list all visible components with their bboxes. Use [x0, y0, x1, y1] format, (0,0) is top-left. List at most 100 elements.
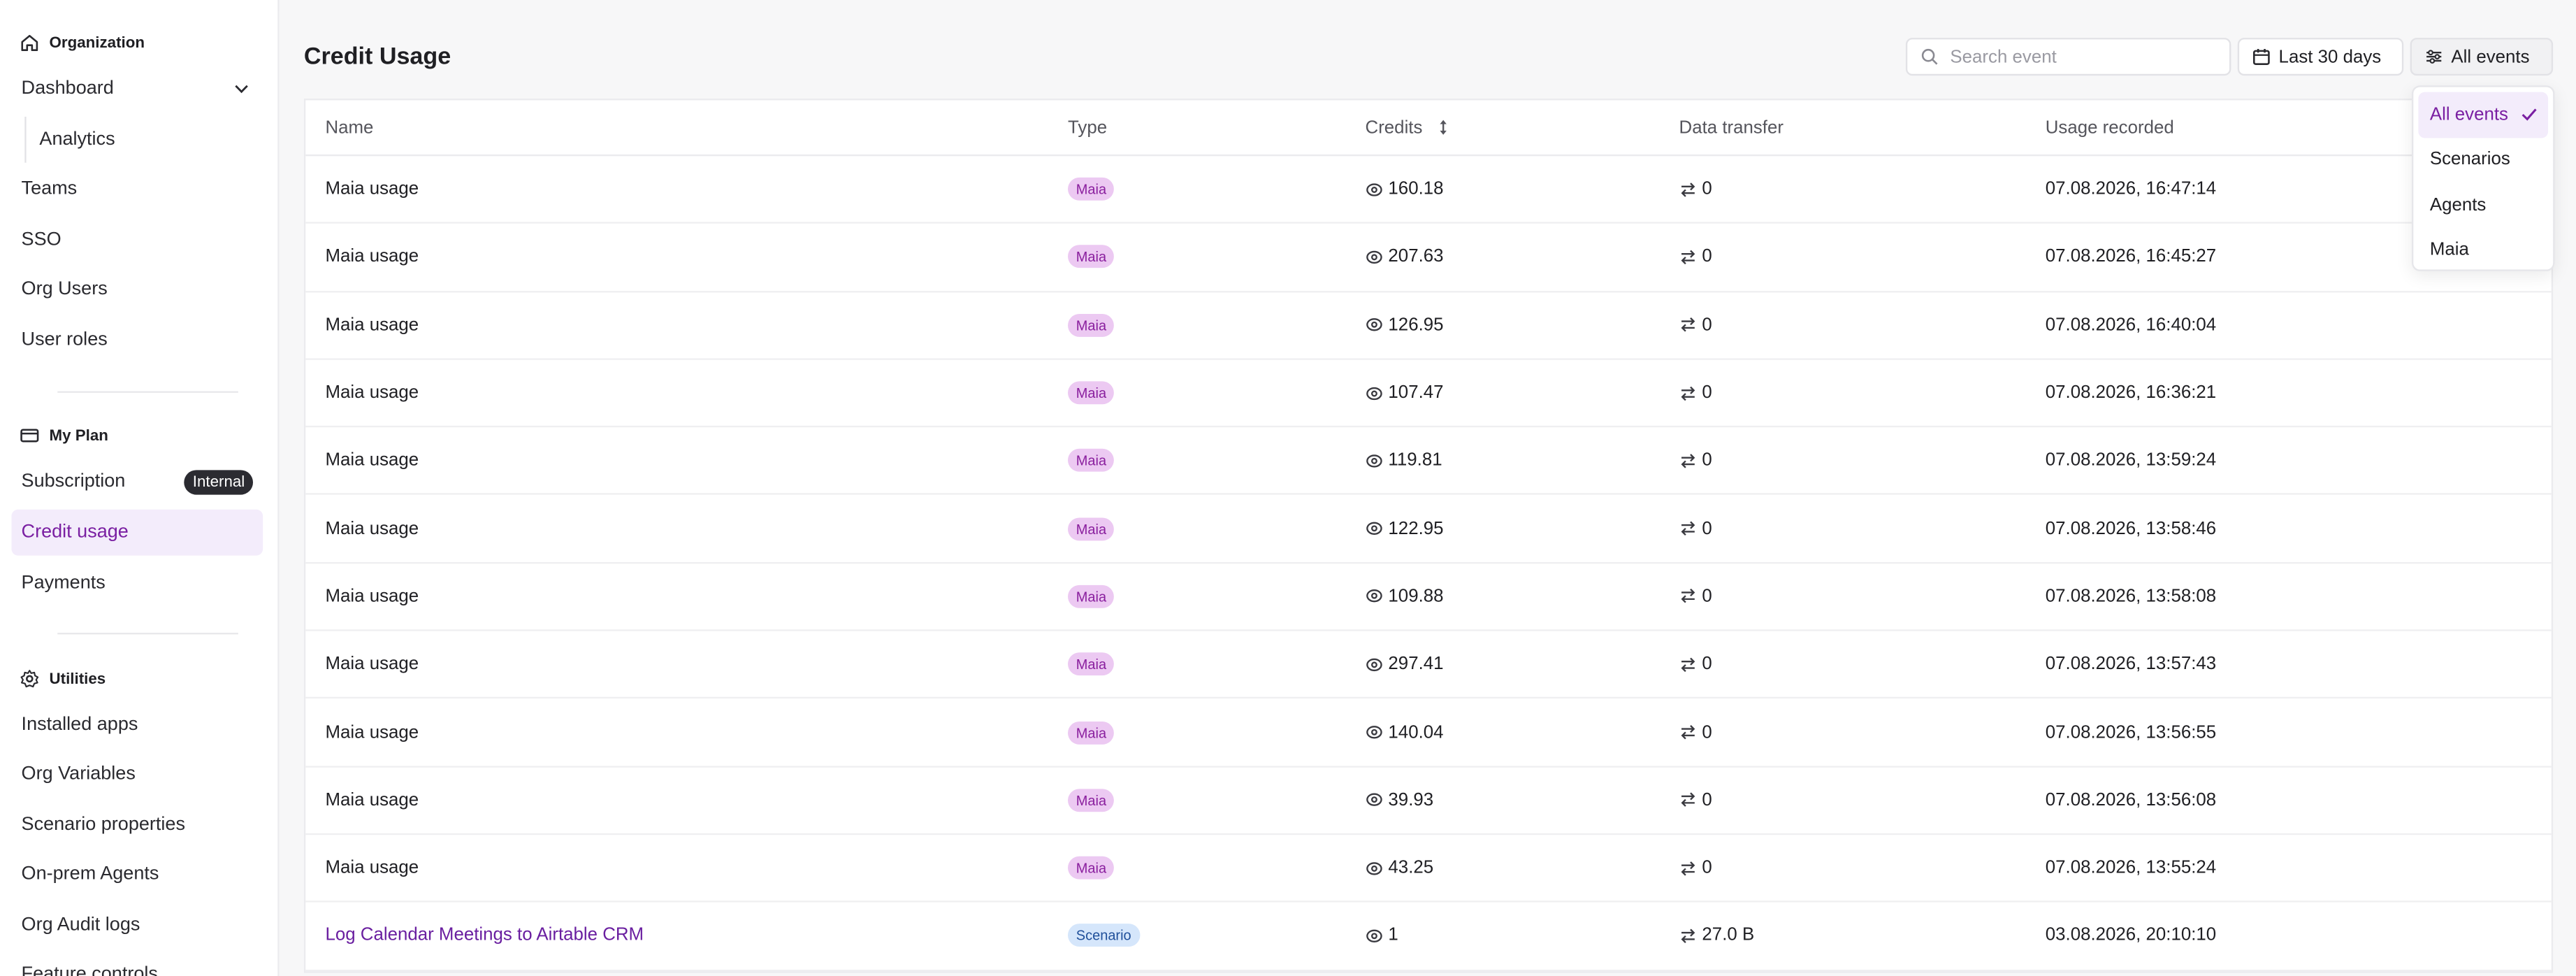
- table-row[interactable]: Maia usage Maia 107.47 0 07.08.2026, 16:36:2…: [305, 360, 2552, 428]
- table-row[interactable]: Maia usage Maia 43.25 0 07.08.2026, 13:55:24: [305, 835, 2552, 903]
- sidebar-item-payments[interactable]: Payments: [11, 561, 263, 607]
- transfer-arrows-icon: [1681, 521, 1695, 536]
- sidebar-item-org-variables[interactable]: Org Variables: [11, 751, 263, 797]
- credits-icon: [1366, 929, 1382, 942]
- row-credits: 207.63: [1366, 247, 1444, 267]
- row-credits: 119.81: [1366, 451, 1442, 471]
- transfer-arrows-icon: [1681, 657, 1695, 672]
- sidebar-item-dashboard[interactable]: Dashboard: [11, 66, 263, 112]
- credits-icon: [1366, 454, 1382, 468]
- sidebar-item-label: Org Users: [21, 279, 108, 299]
- column-header-credits-label: Credits: [1365, 117, 1423, 138]
- row-name[interactable]: Log Calendar Meetings to Airtable CRM: [325, 926, 644, 945]
- row-credits: 39.93: [1366, 790, 1433, 810]
- credits-icon: [1366, 794, 1382, 807]
- main-content: Credit Usage Last 30 days All events Nam…: [279, 11, 2576, 976]
- table-row[interactable]: Maia usage Maia 119.81 0 07.08.2026, 13:59:2…: [305, 428, 2552, 496]
- filter-option-label: All events: [2429, 104, 2508, 125]
- sidebar-item-subscription[interactable]: Subscription Internal: [11, 459, 263, 505]
- sidebar-item-feature-controls[interactable]: Feature controls: [11, 952, 263, 976]
- transfer-value: 0: [1702, 654, 1712, 675]
- credits-icon: [1366, 386, 1382, 400]
- type-tag: Maia: [1068, 313, 1115, 337]
- sort-icon[interactable]: [1434, 118, 1452, 136]
- credits-value: 122.95: [1388, 518, 1444, 539]
- row-data-transfer: 0: [1679, 722, 1712, 742]
- row-name: Maia usage: [325, 247, 419, 267]
- row-credits: 107.47: [1366, 383, 1444, 403]
- date-range-button[interactable]: Last 30 days: [2237, 38, 2404, 76]
- table-row[interactable]: Maia usage Maia 109.88 0 07.08.2026, 13:58:0…: [305, 564, 2552, 631]
- row-credits: 297.41: [1366, 654, 1444, 674]
- row-usage-recorded: 07.08.2026, 16:40:04: [2045, 315, 2217, 335]
- transfer-value: 0: [1702, 179, 1712, 199]
- sidebar-item-scenario-properties[interactable]: Scenario properties: [11, 802, 263, 848]
- sidebar-item-credit-usage[interactable]: Credit usage: [11, 509, 263, 556]
- filter-option-agents[interactable]: Agents: [2418, 182, 2548, 228]
- search-box[interactable]: [1905, 38, 2231, 76]
- credits-icon: [1366, 182, 1382, 196]
- transfer-arrows-icon: [1681, 589, 1695, 604]
- event-filter-menu: All events Scenarios Agents Maia: [2411, 85, 2555, 273]
- column-header-data-transfer[interactable]: Data transfer: [1679, 117, 1783, 137]
- filter-option-maia[interactable]: Maia: [2418, 228, 2548, 273]
- table-row[interactable]: Maia usage Maia 140.04 0 07.08.2026, 13:56:5…: [305, 699, 2552, 768]
- table-row[interactable]: Maia usage Maia 207.63 0 07.08.2026, 16:45:2…: [305, 224, 2552, 292]
- table-row[interactable]: Log Calendar Meetings to Airtable CRM Sce…: [305, 903, 2552, 971]
- transfer-value: 27.0 B: [1702, 926, 1755, 946]
- row-type: Maia: [1068, 517, 1115, 540]
- transfer-value: 0: [1702, 247, 1712, 267]
- internal-badge: Internal: [184, 470, 254, 495]
- sidebar-item-sso[interactable]: SSO: [11, 217, 263, 263]
- credits-value: 119.81: [1388, 450, 1442, 471]
- sidebar-item-org-users[interactable]: Org Users: [11, 266, 263, 313]
- organization-heading: Organization: [20, 33, 145, 52]
- sidebar-item-user-roles[interactable]: User roles: [11, 317, 263, 364]
- transfer-arrows-icon: [1681, 928, 1695, 943]
- column-header-usage-recorded[interactable]: Usage recorded: [2046, 117, 2174, 137]
- filter-option-all-events[interactable]: All events: [2418, 92, 2549, 138]
- table-row[interactable]: Maia usage Maia 122.95 0 07.08.2026, 13:58:4…: [305, 496, 2552, 564]
- filter-option-scenarios[interactable]: Scenarios: [2418, 137, 2548, 182]
- utilities-heading-label: Utilities: [49, 669, 106, 688]
- row-credits: 1: [1366, 926, 1398, 946]
- sidebar-item-label: Feature controls: [21, 964, 158, 976]
- table-row[interactable]: Maia usage Maia 39.93 0 07.08.2026, 13:56:08: [305, 767, 2552, 835]
- table-row[interactable]: Maia usage Maia 126.95 0 07.08.2026, 16:40:0…: [305, 292, 2552, 360]
- row-name: Maia usage: [325, 858, 419, 878]
- credits-value: 43.25: [1388, 858, 1434, 878]
- transfer-arrows-icon: [1681, 453, 1695, 468]
- event-filter-button[interactable]: All events: [2410, 38, 2554, 76]
- row-credits: 140.04: [1366, 722, 1444, 742]
- transfer-arrows-icon: [1681, 861, 1695, 875]
- sidebar-item-on-prem-agents[interactable]: On-prem Agents: [11, 852, 263, 898]
- transfer-value: 0: [1702, 518, 1712, 539]
- sidebar-item-analytics[interactable]: Analytics: [24, 116, 254, 163]
- column-header-credits[interactable]: Credits: [1366, 117, 1452, 137]
- sidebar-item-label: User roles: [21, 330, 108, 350]
- row-usage-recorded: 07.08.2026, 13:58:46: [2045, 518, 2217, 539]
- sidebar-item-org-audit-logs[interactable]: Org Audit logs: [11, 903, 263, 949]
- transfer-arrows-icon: [1681, 250, 1695, 264]
- column-header-name[interactable]: Name: [325, 117, 373, 137]
- column-header-type[interactable]: Type: [1068, 117, 1107, 137]
- sidebar-item-installed-apps[interactable]: Installed apps: [11, 702, 263, 748]
- table-row[interactable]: Maia usage Maia 297.41 0 07.08.2026, 13:57:4…: [305, 631, 2552, 699]
- utilities-heading: Utilities: [20, 669, 106, 689]
- table-row[interactable]: Maia usage Maia 160.18 0 07.08.2026, 16:47:1…: [305, 156, 2552, 224]
- row-usage-recorded: 07.08.2026, 13:55:24: [2045, 858, 2217, 878]
- type-tag: Maia: [1068, 245, 1115, 269]
- row-data-transfer: 0: [1679, 654, 1712, 674]
- transfer-arrows-icon: [1681, 385, 1695, 401]
- credits-value: 1: [1388, 926, 1398, 946]
- chevron-down-icon[interactable]: [233, 80, 250, 97]
- search-input[interactable]: [1950, 46, 2213, 67]
- type-tag: Scenario: [1068, 924, 1140, 948]
- sidebar-item-teams[interactable]: Teams: [11, 166, 263, 212]
- sidebar-item-label: Org Variables: [21, 764, 136, 784]
- transfer-value: 0: [1702, 722, 1712, 742]
- filter-option-label: Scenarios: [2429, 150, 2510, 170]
- table-header: Name Type Credits Data transfer Usage re…: [305, 100, 2552, 157]
- sidebar-item-label: Teams: [21, 179, 78, 199]
- type-tag: Maia: [1068, 449, 1115, 473]
